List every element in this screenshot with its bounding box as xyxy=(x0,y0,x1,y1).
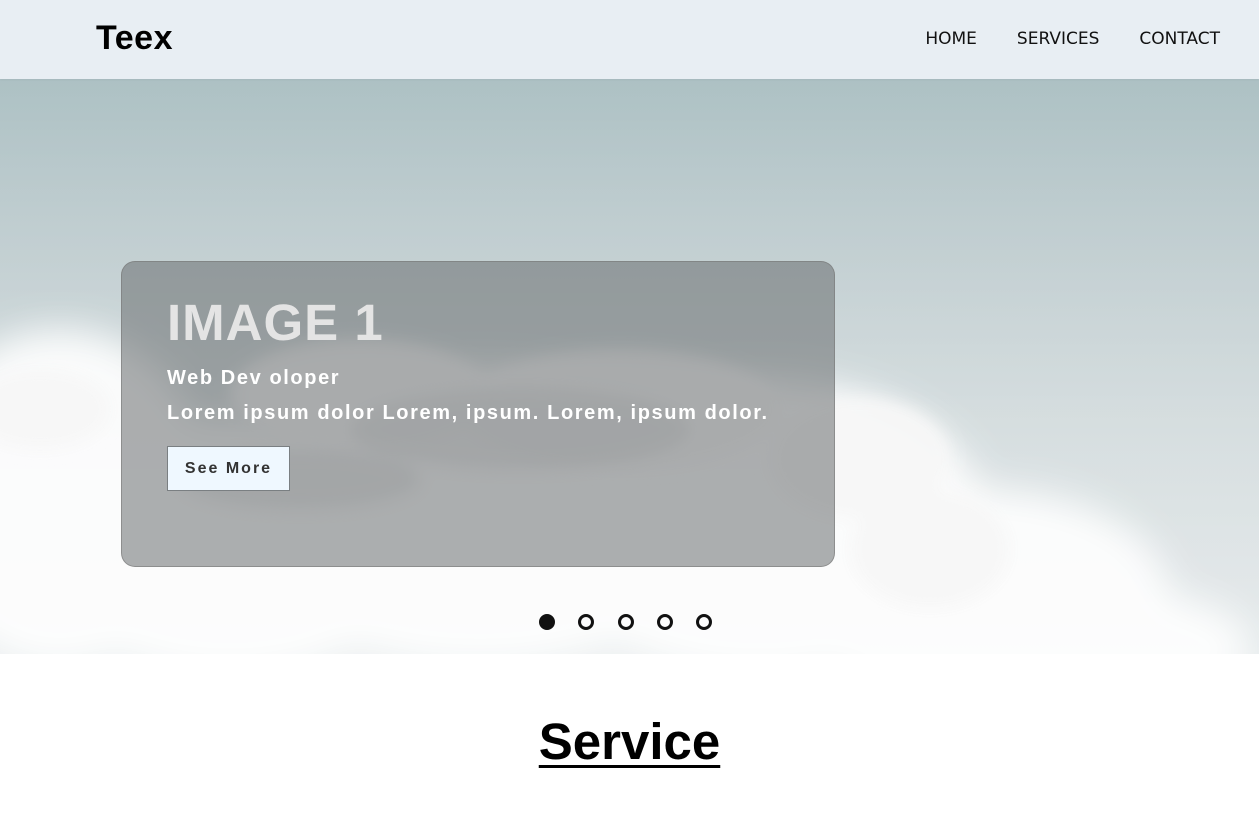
slide-caption-card: IMAGE 1 Web Dev oloper Lorem ipsum dolor… xyxy=(121,261,835,567)
nav-link-contact[interactable]: CONTACT xyxy=(1139,28,1220,50)
see-more-button[interactable]: See More xyxy=(167,446,290,491)
slide-title: IMAGE 1 xyxy=(167,294,384,351)
service-heading: Service xyxy=(538,713,721,770)
brand-logo[interactable]: Teex xyxy=(96,18,173,58)
navbar: Teex HOME SERVICES CONTACT xyxy=(0,0,1259,79)
service-section-title: Service xyxy=(0,712,1259,772)
slider-dot-2[interactable] xyxy=(578,614,594,630)
hero-slider: IMAGE 1 Web Dev oloper Lorem ipsum dolor… xyxy=(0,79,1259,654)
slider-dot-5[interactable] xyxy=(696,614,712,630)
slide-subtitle: Web Dev oloper xyxy=(167,367,341,389)
slider-dot-1[interactable] xyxy=(539,614,555,630)
slide-description: Lorem ipsum dolor Lorem, ipsum. Lorem, i… xyxy=(167,402,769,424)
slider-dot-4[interactable] xyxy=(657,614,673,630)
nav-links: HOME SERVICES CONTACT xyxy=(925,28,1220,50)
nav-link-home[interactable]: HOME xyxy=(925,28,977,50)
slider-dot-3[interactable] xyxy=(618,614,634,630)
nav-link-services[interactable]: SERVICES xyxy=(1017,28,1099,50)
